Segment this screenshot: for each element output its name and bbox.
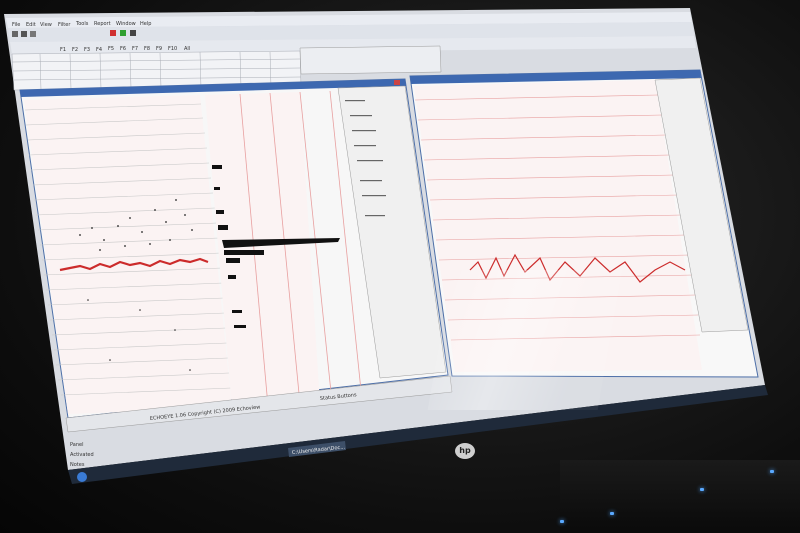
- keyboard-led: [560, 520, 564, 523]
- menu-filter[interactable]: Filter: [58, 22, 71, 28]
- keyboard-led: [700, 488, 704, 491]
- record-icon[interactable]: [110, 30, 116, 36]
- menu-help[interactable]: Help: [140, 21, 151, 27]
- print-icon[interactable]: [30, 31, 36, 37]
- close-icon[interactable]: [394, 80, 400, 85]
- fkey-f1[interactable]: F1: [60, 47, 66, 53]
- open-icon[interactable]: [12, 31, 18, 37]
- keyboard-led: [610, 512, 614, 515]
- fkey-f8[interactable]: F8: [144, 46, 150, 52]
- fkey-f5[interactable]: F5: [108, 46, 114, 52]
- fkey-all[interactable]: All: [184, 46, 190, 52]
- activated-label: Activated: [70, 452, 94, 458]
- menu-tools[interactable]: Tools: [75, 21, 89, 27]
- fkey-f2[interactable]: F2: [72, 47, 78, 53]
- play-icon[interactable]: [120, 30, 126, 36]
- menu-view[interactable]: View: [40, 22, 52, 28]
- stop-icon[interactable]: [130, 30, 136, 36]
- notes-label: Notes: [70, 462, 85, 468]
- save-icon[interactable]: [21, 31, 27, 37]
- hp-logo: hp: [455, 443, 475, 459]
- fkey-f9[interactable]: F9: [156, 46, 162, 52]
- fkey-f4[interactable]: F4: [96, 47, 102, 53]
- keyboard-led: [770, 470, 774, 473]
- start-button[interactable]: [77, 472, 87, 482]
- info-panel: [299, 45, 442, 75]
- menu-report[interactable]: Report: [94, 21, 111, 27]
- fkey-f10[interactable]: F10: [168, 46, 177, 52]
- panel-label: Panel: [70, 442, 84, 448]
- keyboard: [560, 460, 800, 533]
- menu-window[interactable]: Window: [116, 21, 136, 27]
- laptop-screen: File Edit View Filter Tools Report Windo…: [4, 8, 768, 484]
- profile-plot: [414, 80, 702, 372]
- menu-edit[interactable]: Edit: [26, 22, 36, 28]
- fkey-f6[interactable]: F6: [120, 46, 126, 52]
- fkey-f7[interactable]: F7: [132, 46, 138, 52]
- menu-file[interactable]: File: [12, 22, 20, 28]
- fkey-f3[interactable]: F3: [84, 47, 90, 53]
